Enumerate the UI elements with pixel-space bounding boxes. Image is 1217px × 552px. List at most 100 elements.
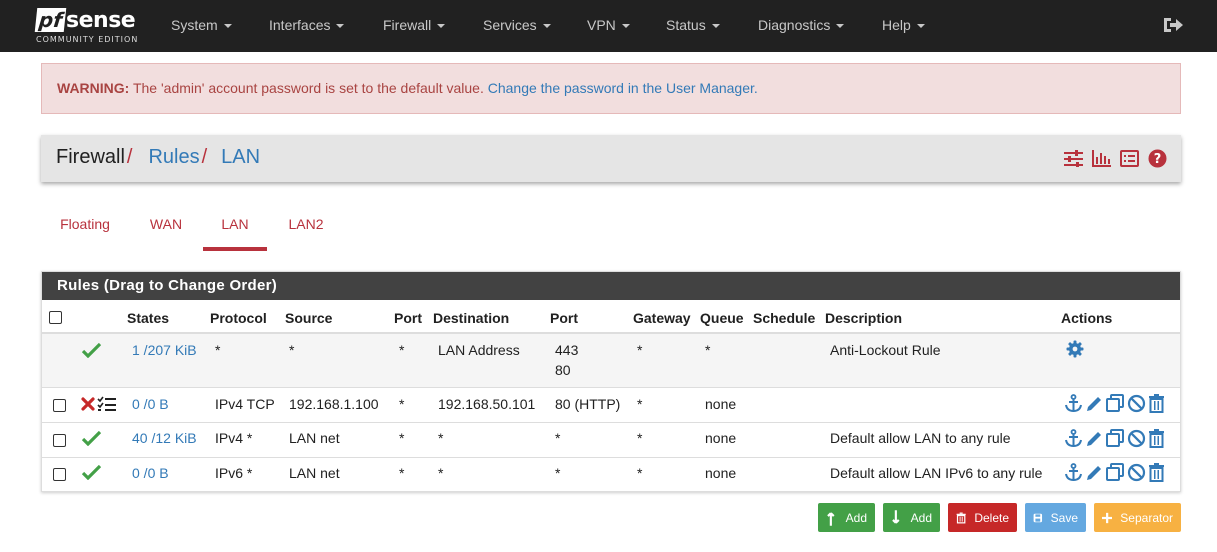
pencil-icon[interactable]	[1085, 429, 1104, 448]
save-button[interactable]: Save	[1025, 503, 1086, 532]
row-divider	[42, 457, 1180, 458]
sliders-icon[interactable]	[1064, 150, 1083, 167]
col-protocol[interactable]: Protocol	[210, 310, 267, 326]
warning-message: The 'admin' account password is set to t…	[129, 80, 488, 96]
row-0-queue: *	[705, 342, 711, 358]
pfsense-logo[interactable]: pf sense COMMUNITY EDITION	[34, 6, 146, 48]
clone-icon[interactable]	[1106, 463, 1125, 482]
col-schedule[interactable]: Schedule	[753, 310, 815, 326]
add-top-label: Add	[845, 510, 867, 525]
nav-status[interactable]: Status	[666, 0, 720, 52]
col-description[interactable]: Description	[825, 310, 902, 326]
level-up-icon	[827, 511, 835, 526]
row-1-protocol: IPv4 TCP	[215, 396, 275, 412]
breadcrumb-rules[interactable]: Rules	[148, 146, 199, 168]
nav-services[interactable]: Services	[483, 0, 551, 52]
row-2-checkbox[interactable]	[53, 434, 66, 447]
row-0-port: *	[399, 342, 405, 358]
trash-icon[interactable]	[1148, 429, 1165, 448]
col-dest-port[interactable]: Port	[550, 310, 578, 326]
col-gateway[interactable]: Gateway	[633, 310, 691, 326]
tab-wan[interactable]: WAN	[141, 205, 191, 251]
brand-name-pf: pf	[34, 8, 67, 32]
col-queue[interactable]: Queue	[700, 310, 744, 326]
nav-system[interactable]: System	[171, 0, 232, 52]
ban-icon[interactable]	[1127, 394, 1146, 413]
anchor-icon[interactable]	[1064, 394, 1083, 413]
tab-lan2[interactable]: LAN2	[279, 205, 333, 251]
col-states[interactable]: States	[127, 310, 169, 326]
row-1-states[interactable]: 0 /0 B	[132, 396, 169, 412]
breadcrumb-bar: Firewall / Rules / LAN ?	[41, 135, 1181, 182]
breadcrumb-lan[interactable]: LAN	[221, 146, 260, 168]
caret-down-icon	[621, 24, 630, 29]
select-all-checkbox[interactable]	[49, 311, 62, 324]
row-3-dest-port: *	[555, 465, 561, 481]
ban-icon[interactable]	[1127, 463, 1146, 482]
col-actions: Actions	[1061, 310, 1113, 326]
list-alt-icon[interactable]	[1120, 150, 1139, 167]
clone-icon[interactable]	[1106, 394, 1125, 413]
breadcrumb-firewall: Firewall	[56, 146, 125, 168]
question-circle-icon[interactable]: ?	[1148, 149, 1167, 168]
delete-label: Delete	[974, 510, 1009, 525]
anchor-icon[interactable]	[1064, 463, 1083, 482]
trash-icon	[956, 512, 966, 523]
add-separator-button[interactable]: Separator	[1094, 503, 1181, 532]
change-password-link[interactable]: Change the password in the User Manager.	[488, 80, 758, 96]
pencil-icon[interactable]	[1085, 463, 1104, 482]
row-2-description: Default allow LAN to any rule	[830, 430, 1011, 446]
brand-edition: COMMUNITY EDITION	[36, 35, 139, 44]
nav-diagnostics[interactable]: Diagnostics	[758, 0, 845, 52]
col-source[interactable]: Source	[285, 310, 332, 326]
trash-icon[interactable]	[1148, 394, 1165, 413]
row-2-states[interactable]: 40 /12 KiB	[132, 430, 197, 446]
trash-icon[interactable]	[1148, 463, 1165, 482]
nav-vpn-label: VPN	[587, 17, 616, 33]
col-destination[interactable]: Destination	[433, 310, 509, 326]
nav-firewall[interactable]: Firewall	[383, 0, 446, 52]
row-1-actions	[1064, 394, 1165, 413]
row-0-protocol: *	[215, 342, 221, 358]
row-2-port: *	[399, 430, 405, 446]
clone-icon[interactable]	[1106, 429, 1125, 448]
add-rule-bottom-button[interactable]: Add	[883, 503, 940, 532]
sign-out-icon[interactable]	[1162, 15, 1184, 35]
caret-down-icon	[711, 24, 720, 29]
row-1-source: 192.168.1.100	[289, 396, 379, 412]
tasks-icon	[97, 396, 116, 411]
interface-tabs: Floating WAN LAN LAN2	[41, 205, 641, 251]
ban-icon[interactable]	[1127, 429, 1146, 448]
tab-floating[interactable]: Floating	[41, 205, 129, 251]
row-0-states[interactable]: 1 /207 KiB	[132, 342, 197, 358]
save-label: Save	[1050, 510, 1078, 525]
row-divider	[42, 422, 1180, 423]
check-icon	[82, 431, 101, 446]
add-rule-top-button[interactable]: Add	[818, 503, 875, 532]
anchor-icon[interactable]	[1064, 429, 1083, 448]
gear-icon[interactable]	[1066, 340, 1084, 358]
nav-interfaces[interactable]: Interfaces	[269, 0, 345, 52]
add-bottom-label: Add	[910, 510, 932, 525]
row-0-description: Anti-Lockout Rule	[830, 342, 941, 358]
table-row	[42, 334, 1180, 387]
nav-help[interactable]: Help	[882, 0, 925, 52]
row-3-checkbox[interactable]	[53, 468, 66, 481]
tab-lan[interactable]: LAN	[203, 205, 267, 251]
row-3-destination: *	[438, 465, 444, 481]
delete-button[interactable]: Delete	[948, 503, 1017, 532]
row-1-checkbox[interactable]	[53, 399, 66, 412]
row-3-states[interactable]: 0 /0 B	[132, 465, 169, 481]
col-port[interactable]: Port	[394, 310, 422, 326]
nav-vpn[interactable]: VPN	[587, 0, 630, 52]
bar-chart-icon[interactable]	[1092, 150, 1111, 167]
nav-services-label: Services	[483, 17, 537, 33]
row-1-destination: 192.168.50.101	[438, 396, 536, 412]
row-0-gateway: *	[637, 342, 643, 358]
pencil-icon[interactable]	[1085, 394, 1104, 413]
nav-firewall-label: Firewall	[383, 17, 432, 33]
caret-down-icon	[916, 24, 925, 29]
default-password-warning: WARNING: The 'admin' account password is…	[41, 63, 1181, 114]
nav-interfaces-label: Interfaces	[269, 17, 331, 33]
svg-text:?: ?	[1154, 152, 1162, 167]
